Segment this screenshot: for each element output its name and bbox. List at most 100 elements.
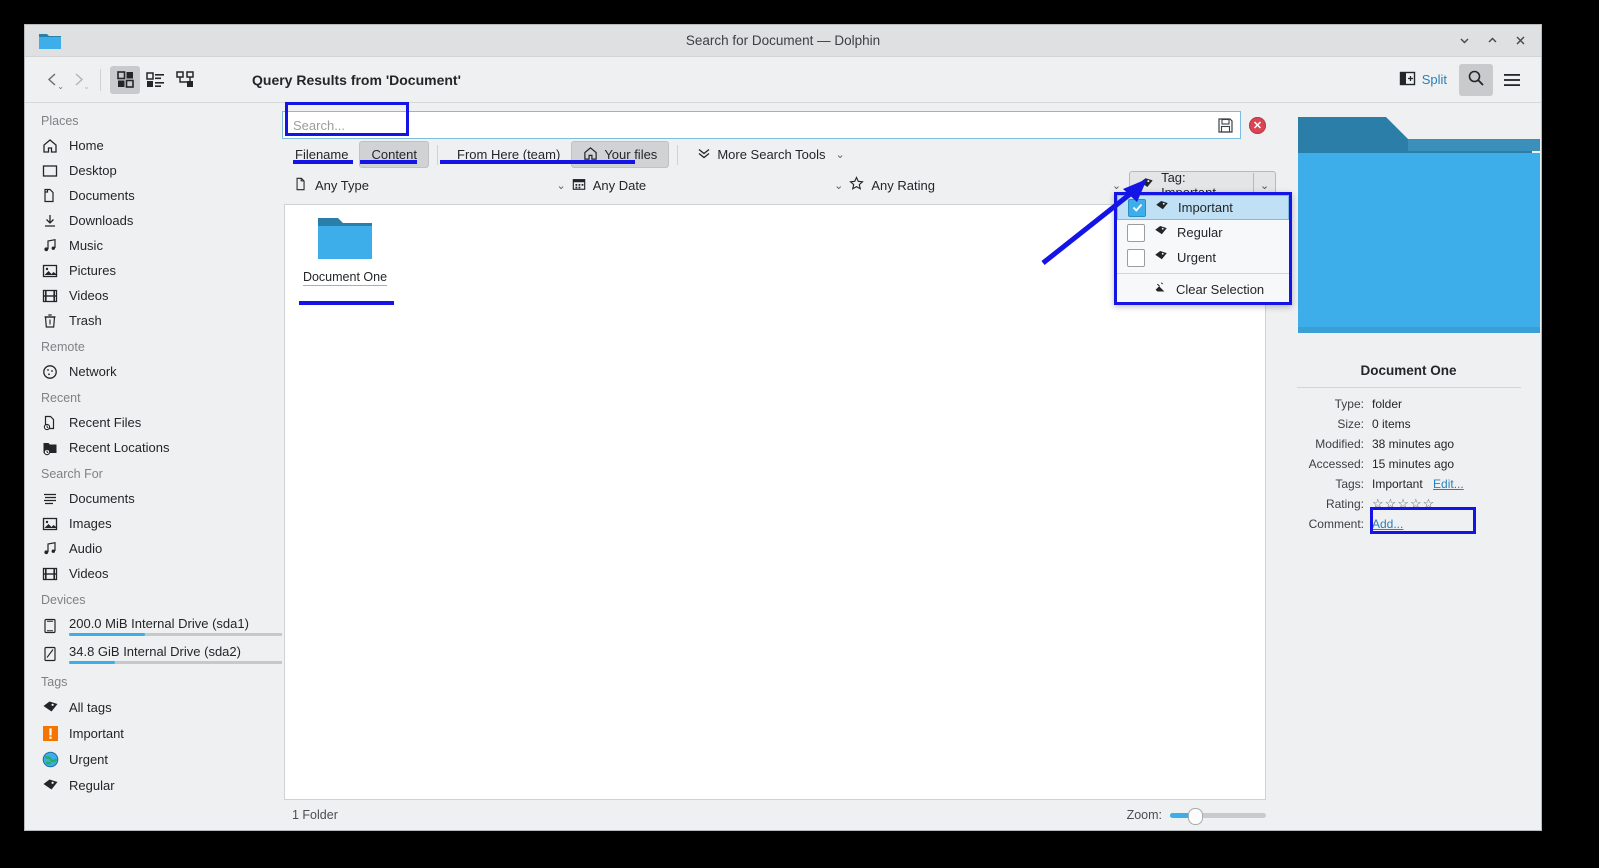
sidebar-item-all-tags[interactable]: All tags [25,694,282,720]
info-panel-rows: Type: folder Size: 0 items Modified: 38 … [1276,394,1541,534]
back-button[interactable]: ⌄ [39,67,65,93]
star-icon [849,176,865,194]
tag-menu-item-urgent[interactable]: Urgent [1117,245,1289,270]
search-location-your-files[interactable]: Your files [571,141,670,168]
sidebar-item-trash[interactable]: Trash [25,308,282,333]
filter-any-rating[interactable]: Any Rating ⌄ [843,172,1121,198]
tag-menu-item-regular[interactable]: Regular [1117,220,1289,245]
close-search-icon[interactable]: ✕ [1249,116,1266,134]
sidebar-item-downloads[interactable]: Downloads [25,208,282,233]
toolbar-separator [100,68,101,91]
tag-menu-label: Urgent [1177,250,1217,265]
sidebar-item-home[interactable]: Home [25,133,282,158]
back-dropdown-caret[interactable]: ⌄ [57,82,64,91]
forward-button[interactable]: ⌄ [65,67,91,93]
zoom-slider[interactable] [1170,807,1266,825]
tag-icon [1154,224,1168,241]
chevron-down-icon[interactable]: ⌄ [1112,179,1121,192]
sidebar-item-label: Urgent [69,751,109,767]
sidebar-item-label: Downloads [69,213,134,228]
main-toolbar: ⌄ ⌄ Query Results from 'Document' Split [25,34,1541,103]
info-row-rating: Rating: ☆☆☆☆☆ [1282,494,1541,514]
comment-add-link[interactable]: Add... [1372,514,1541,534]
tag-dropdown-menu[interactable]: Important Regular Urgent Clear Selection [1114,192,1292,305]
search-location-from-here[interactable]: From Here (team) [446,142,571,167]
zoom-control[interactable]: Zoom: [1126,807,1266,825]
forward-dropdown-caret[interactable]: ⌄ [83,82,90,91]
breadcrumb[interactable]: Query Results from 'Document' [252,72,461,88]
sidebar-item-tag-important[interactable]: Important [25,720,282,746]
status-bar: 1 Folder Zoom: [282,800,1276,830]
sidebar-item-desktop[interactable]: Desktop [25,158,282,183]
checkbox-checked-icon[interactable] [1128,198,1146,217]
tag-menu-item-important[interactable]: Important [1117,195,1289,220]
tag-icon [41,776,59,794]
info-value: 15 minutes ago [1372,457,1455,471]
view-compact-button[interactable] [170,66,200,94]
filter-any-type[interactable]: Any Type ⌄ [284,172,566,198]
sidebar-item-drive-sda1[interactable]: 200.0 MiB Internal Drive (sda1) [25,612,282,640]
sidebar-item-recent-locations[interactable]: Recent Locations [25,435,282,460]
network-icon [41,363,59,381]
sidebar-item-network[interactable]: Network [25,359,282,384]
sidebar-item-tag-regular[interactable]: Regular [25,772,282,798]
sidebar-item-label: Important [69,725,124,741]
info-key: Rating: [1325,497,1364,511]
info-key: Comment: [1308,517,1364,531]
tag-menu-clear-label: Clear Selection [1176,282,1265,297]
sidebar-group-search-for: Search For [41,467,103,481]
tag-menu-label: Regular [1177,225,1223,240]
view-details-button[interactable] [140,66,170,94]
folder-icon [317,215,373,264]
tag-menu-clear-selection[interactable]: Clear Selection [1117,277,1289,302]
zoom-label: Zoom: [1126,808,1162,822]
chevron-down-icon[interactable]: ⌄ [834,179,843,192]
sidebar-item-pictures[interactable]: Pictures [25,258,282,283]
search-tab-content[interactable]: Content [359,141,430,168]
zoom-slider-handle[interactable] [1188,807,1203,825]
sidebar-item-search-images[interactable]: Images [25,511,282,536]
filter-label: Any Rating [871,177,935,193]
search-field-wrapper[interactable] [282,111,1241,139]
sidebar-item-documents[interactable]: Documents [25,183,282,208]
minimize-icon[interactable] [1457,34,1471,48]
close-icon[interactable] [1513,34,1527,48]
search-input[interactable] [289,116,1216,134]
home-icon [583,146,598,164]
info-tags-value: Important Edit... [1372,474,1541,494]
sidebar-item-recent-files[interactable]: Recent Files [25,410,282,435]
search-scope-row: Filename Content From Here (team) Your f… [282,139,1276,170]
file-item-document-one[interactable]: Document One [297,215,393,286]
sidebar-item-music[interactable]: Music [25,233,282,258]
filter-any-date[interactable]: Any Date ⌄ [566,172,843,198]
sidebar-item-tag-urgent[interactable]: Urgent [25,746,282,772]
sidebar-group-tags: Tags [41,675,68,689]
recent-locations-icon [41,439,59,457]
places-sidebar: Places Home Desktop Documents Downloads … [25,103,282,830]
menu-button[interactable] [1497,65,1527,95]
sidebar-item-search-documents[interactable]: Documents [25,486,282,511]
sidebar-item-videos[interactable]: Videos [25,283,282,308]
checkbox-icon[interactable] [1127,248,1145,267]
sidebar-item-drive-sda2[interactable]: 34.8 GiB Internal Drive (sda2) [25,640,282,668]
tags-edit-link[interactable]: Edit... [1433,477,1464,491]
sidebar-group-remote: Remote [41,340,85,354]
drive-usage-bar [69,633,282,636]
rating-stars[interactable]: ☆☆☆☆☆ [1372,494,1541,514]
view-icons-button[interactable] [110,65,140,94]
chevron-down-icon[interactable]: ⌄ [556,179,565,192]
calendar-icon [572,177,586,194]
clear-selection-icon [1153,281,1167,298]
split-button[interactable]: Split [1391,65,1455,95]
search-tab-filename[interactable]: Filename [284,142,359,167]
information-panel: Document One Type: folder Size: 0 items … [1276,103,1541,830]
more-search-tools-button[interactable]: More Search Tools ⌄ [686,142,855,167]
sidebar-item-search-videos[interactable]: Videos [25,561,282,586]
toolbar-right-group: Split [1391,63,1527,96]
info-key: Type: [1334,397,1364,411]
checkbox-icon[interactable] [1127,223,1145,242]
maximize-icon[interactable] [1485,34,1499,48]
search-toggle-button[interactable] [1459,63,1493,96]
sidebar-item-search-audio[interactable]: Audio [25,536,282,561]
save-icon[interactable] [1216,116,1234,134]
